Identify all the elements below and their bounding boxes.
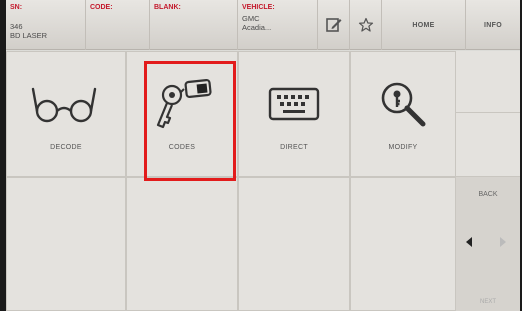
blank-label: BLANK: xyxy=(154,4,181,11)
empty-tile xyxy=(456,51,520,113)
menu-item-label: DECODE xyxy=(50,144,82,151)
star-icon xyxy=(358,17,373,32)
glasses-icon xyxy=(31,87,97,123)
home-button[interactable]: HOME xyxy=(382,0,466,50)
empty-tile xyxy=(6,177,126,311)
menu-item-label: MODIFY xyxy=(388,144,418,151)
empty-tile xyxy=(456,113,520,177)
selection-highlight xyxy=(144,61,236,181)
code-field: CODE: xyxy=(86,0,150,50)
right-column: BACK NEXT xyxy=(456,51,520,311)
next-button[interactable]: NEXT xyxy=(456,299,520,305)
vehicle-field[interactable]: VEHICLE: GMC Acadia... xyxy=(238,0,318,50)
menu-item-modify[interactable]: MODIFY xyxy=(350,51,456,177)
menu-item-decode[interactable]: DECODE xyxy=(6,51,126,177)
vehicle-label: VEHICLE: xyxy=(242,4,275,11)
navigation-panel: BACK NEXT xyxy=(456,177,520,311)
vehicle-value: GMC Acadia... xyxy=(242,14,272,32)
back-button[interactable]: BACK xyxy=(456,191,520,198)
edit-note-icon xyxy=(325,18,341,32)
arrow-right-icon[interactable] xyxy=(500,237,506,247)
empty-tile xyxy=(350,177,456,311)
sn-label: SN: xyxy=(10,4,23,11)
blank-field: BLANK: xyxy=(150,0,238,50)
sn-value: 346 BD LASER xyxy=(10,22,48,40)
sn-field: SN: 346 BD LASER xyxy=(6,0,86,50)
menu-item-label: DIRECT xyxy=(280,144,308,151)
magnifier-key-icon xyxy=(381,82,426,127)
favorite-button[interactable] xyxy=(350,0,382,50)
empty-tile xyxy=(126,177,238,311)
arrow-left-icon[interactable] xyxy=(466,237,472,247)
info-button[interactable]: INFO xyxy=(466,0,520,50)
code-label: CODE: xyxy=(90,4,113,11)
empty-tile xyxy=(238,177,350,311)
edit-button[interactable] xyxy=(318,0,350,50)
keyboard-icon xyxy=(268,87,320,121)
screen: SN: 346 BD LASER CODE: BLANK: VEHICLE: G… xyxy=(6,0,520,311)
status-bar: SN: 346 BD LASER CODE: BLANK: VEHICLE: G… xyxy=(6,0,520,50)
menu-item-direct[interactable]: DIRECT xyxy=(238,51,350,177)
